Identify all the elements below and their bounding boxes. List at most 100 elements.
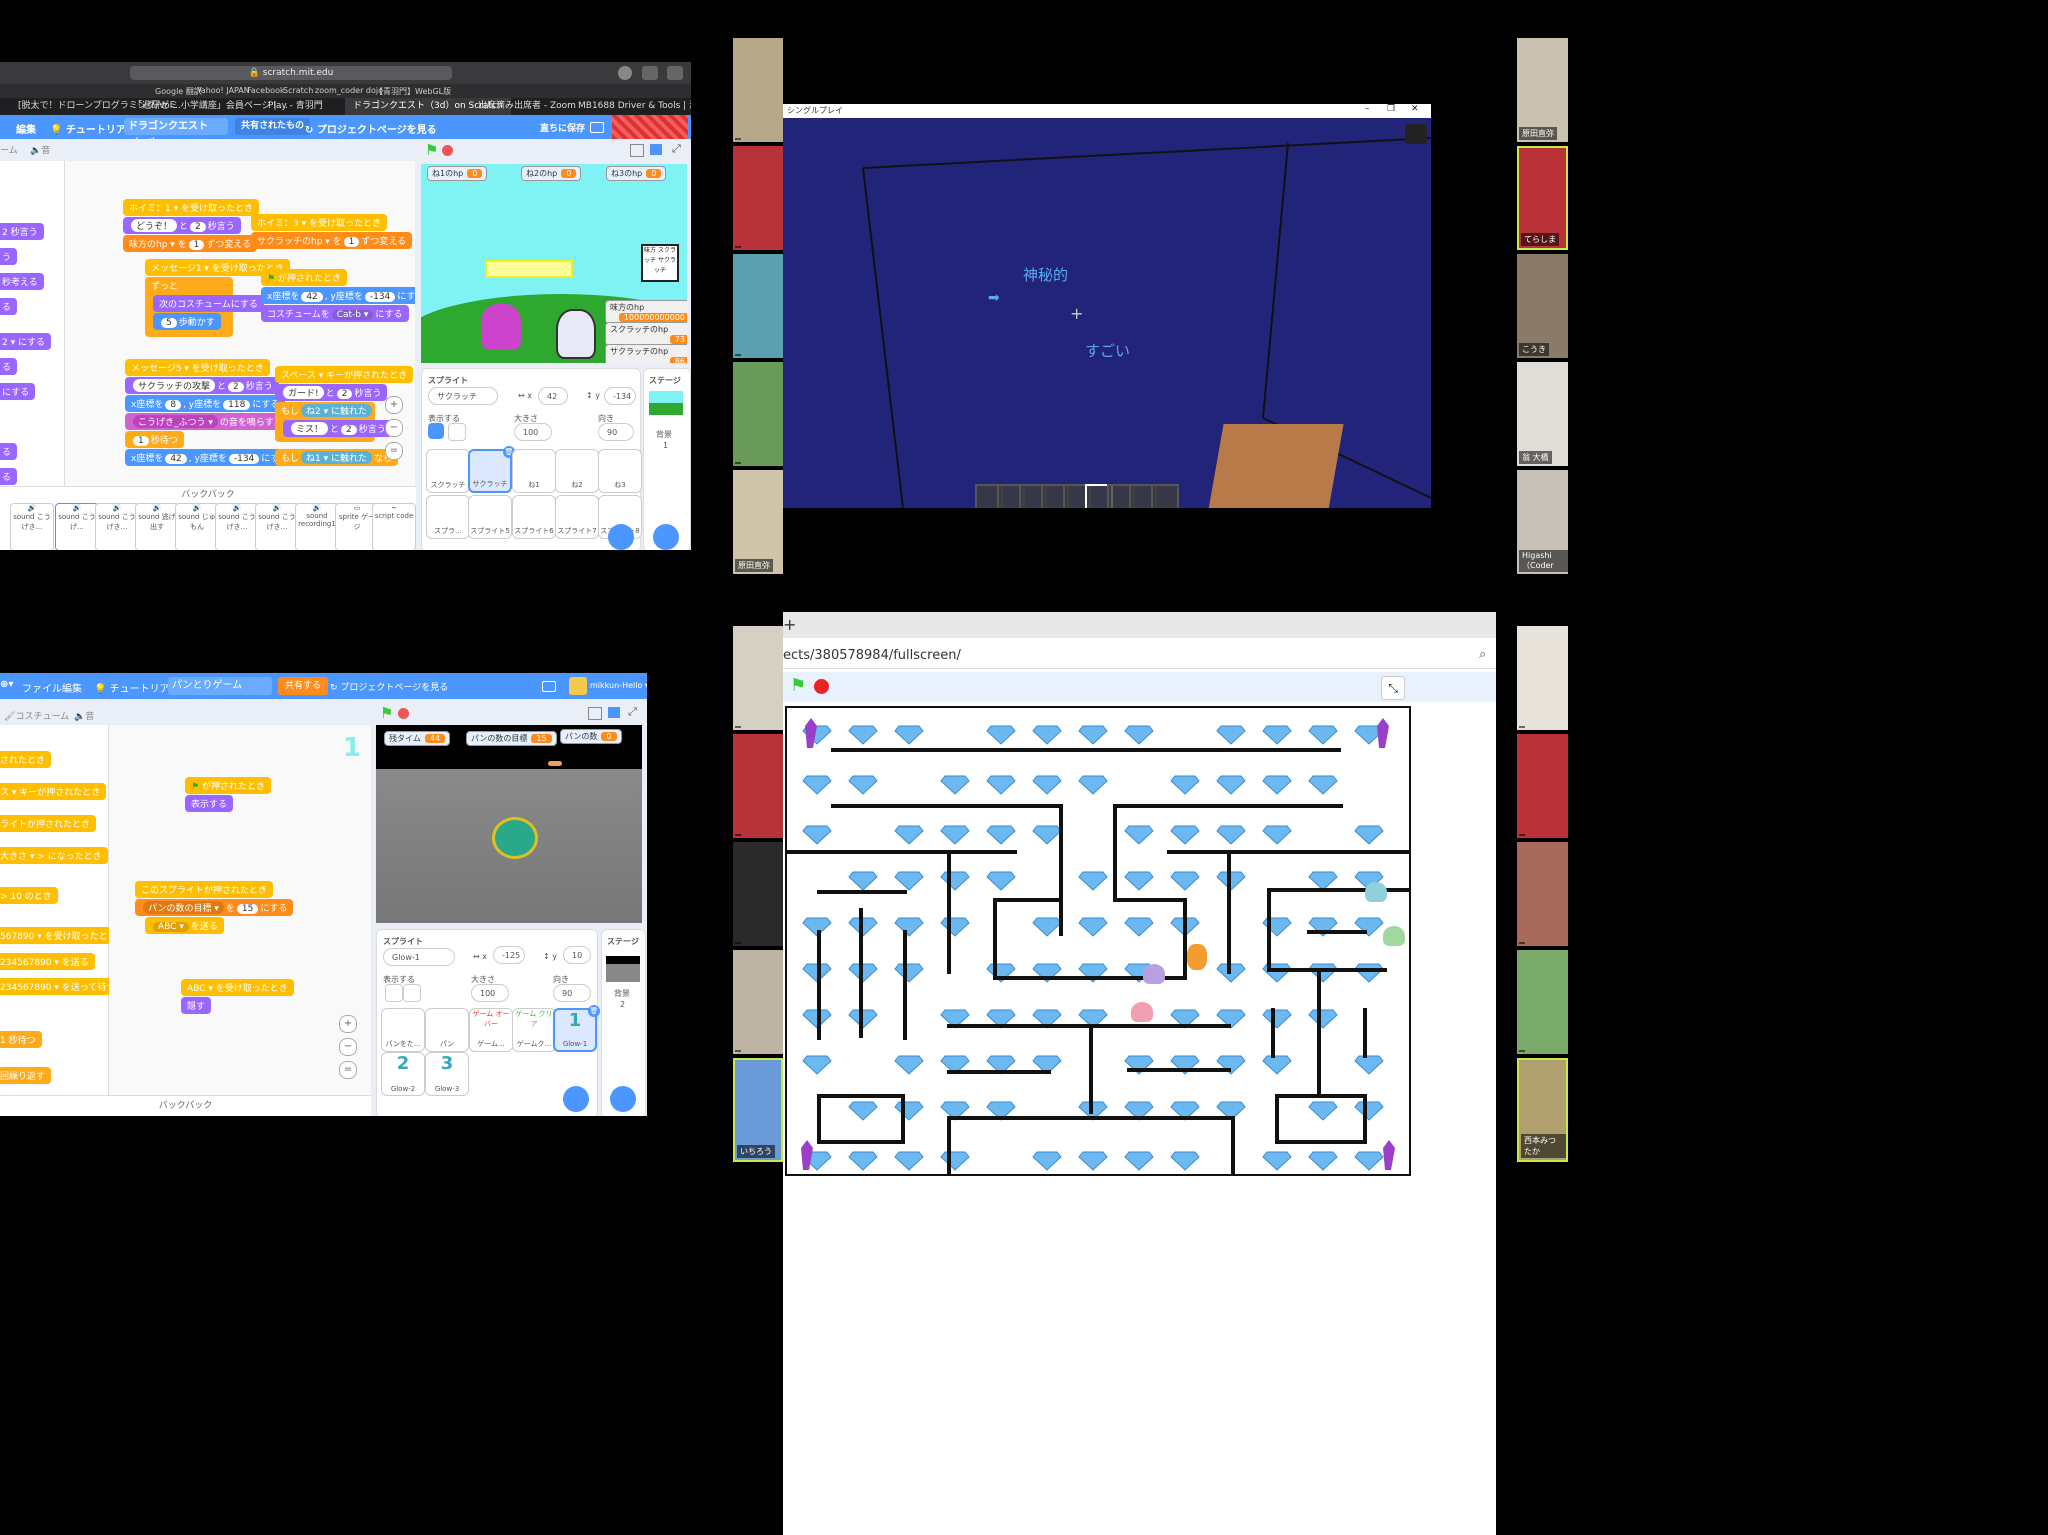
sprite-thumb[interactable]: ね3 [598, 449, 642, 493]
wait-block[interactable]: 1 秒待つ [125, 431, 184, 448]
green-flag-icon[interactable]: ⚑ [380, 704, 393, 722]
participant-video[interactable]: 原田直弥 [733, 470, 783, 574]
large-stage-icon[interactable] [650, 144, 662, 155]
backpack-item[interactable]: 🔊 sound こうげき... [10, 503, 54, 550]
url-bar[interactable]: 🔒 scratch.mit.edu [130, 66, 452, 80]
hide-block[interactable]: 隠す [181, 997, 212, 1014]
sprite-thumb[interactable]: パン [425, 1008, 469, 1052]
show-eye-icon[interactable] [385, 984, 403, 1002]
participant-video[interactable]: Higashi（Coder [1517, 470, 1568, 574]
palette-block[interactable]: ライトが押されたとき [0, 815, 97, 832]
zoom-out-icon[interactable]: − [339, 1038, 357, 1056]
y-input[interactable]: -134 [604, 387, 636, 405]
bookmark[interactable]: 【青羽門】WebGL版 [375, 86, 451, 97]
backpack[interactable]: バックパック [0, 1095, 371, 1116]
sprite-thumb[interactable]: スプラ... [426, 495, 470, 539]
zoom-reset-icon[interactable]: = [385, 442, 403, 460]
bookmark[interactable]: Facebook [247, 86, 285, 95]
sprite-thumb[interactable]: スプライト6 [512, 495, 556, 539]
show-eye-icon[interactable] [428, 423, 444, 439]
script-area[interactable]: 1 ⚑ が押されたとき 表示する このスプライトが押されたとき パンの数の目標 … [109, 725, 371, 1095]
palette-block[interactable]: る [0, 468, 18, 485]
say-block[interactable]: サクラッチの攻撃と 2 秒言う [125, 377, 279, 394]
tab-costumes[interactable]: 🖌コスチューム [4, 709, 69, 722]
participant-video-active[interactable]: いちろう [733, 1058, 783, 1162]
backpack-item[interactable]: 🔊 sound こうげ... [55, 503, 99, 550]
palette-block[interactable]: る [0, 443, 18, 460]
palette-block[interactable]: る [0, 298, 18, 315]
green-flag-hat-block[interactable]: ⚑ が押されたとき [185, 777, 271, 794]
folder-icon[interactable] [542, 681, 556, 692]
participant-video[interactable] [733, 254, 783, 358]
stage-thumb[interactable] [649, 391, 683, 415]
when-receive-block[interactable]: メッセージ5 ▾ を受け取ったとき [125, 359, 270, 376]
participant-video-active[interactable]: 西本みつたか [1517, 1058, 1568, 1162]
small-stage-icon[interactable] [630, 144, 644, 157]
user-avatar[interactable] [612, 115, 688, 139]
participant-video[interactable] [1517, 734, 1568, 838]
participant-video[interactable] [733, 950, 783, 1054]
hide-eye-icon[interactable] [448, 423, 466, 441]
participant-video[interactable]: 翁 大橋 [1517, 362, 1568, 466]
maximize-icon[interactable]: ❐ [1387, 104, 1395, 114]
add-backdrop-icon[interactable] [653, 524, 679, 550]
participant-video[interactable] [733, 362, 783, 466]
size-input[interactable]: 100 [471, 984, 509, 1002]
when-receive-block[interactable]: ABC ▾ を受け取ったとき [181, 979, 294, 996]
tab-costumes[interactable]: ーム [0, 143, 18, 156]
tab-sounds[interactable]: 🔈音 [30, 143, 50, 156]
participant-video[interactable] [733, 38, 783, 142]
palette-block[interactable]: 大きさ ▾ > になったとき [0, 847, 108, 864]
goto-xy-block[interactable]: x座標を 8, y座標を 118 にする [125, 395, 286, 412]
palette-block[interactable]: る [0, 358, 18, 375]
when-receive-block[interactable]: ホイミ：3 ▾ を受け取ったとき [251, 214, 387, 231]
change-var-block[interactable]: サクラッチのhp ▾ を 1 ずつ変える [251, 232, 413, 249]
new-tab-icon[interactable]: + [783, 615, 796, 634]
goto-xy-block[interactable]: x座標を42, y座標を-134にする [261, 287, 415, 304]
palette-block[interactable]: 秒考える [0, 273, 44, 290]
sprite-thumb[interactable]: ね1 [512, 449, 556, 493]
shared-button[interactable]: 共有されたもの [235, 118, 311, 135]
participant-video[interactable]: こうき [1517, 254, 1568, 358]
palette-block[interactable]: 回繰り返す [0, 1067, 52, 1084]
fullscreen-icon[interactable]: ⤢ [672, 142, 681, 156]
green-flag-icon[interactable]: ⚑ [790, 675, 806, 696]
menu-tutorial[interactable]: 💡 チュートリアル [50, 121, 136, 136]
share-icon[interactable] [642, 66, 658, 80]
move-block[interactable]: 5 歩動かす [153, 313, 221, 330]
script-area[interactable]: ホイミ：1 ▾ を受け取ったとき どうぞ！と 2 秒言う 味方のhp ▾ を 1 ずつ変… [65, 161, 415, 486]
add-sprite-icon[interactable] [563, 1086, 589, 1112]
project-page-button[interactable]: ↻ プロジェクトページを見る [330, 680, 448, 693]
zoom-out-icon[interactable]: − [385, 419, 403, 437]
participant-video[interactable] [733, 626, 783, 730]
sprite-thumb[interactable]: パンをた... [381, 1008, 425, 1052]
stage-thumb[interactable] [606, 956, 640, 982]
menu-file[interactable]: ファイル [22, 680, 62, 695]
palette-block[interactable]: 1 秒待つ [0, 1031, 42, 1048]
browser-tab[interactable]: MB1688 Driver & Tools | 液晶デ... [570, 98, 691, 115]
project-page-button[interactable]: ↻ プロジェクトページを見る [305, 121, 437, 136]
backpack-item[interactable]: 🔊 sound こうげき... [95, 503, 139, 550]
bookmark[interactable]: zoom_coder dojo [315, 86, 383, 95]
search-icon[interactable]: ⌕ [1479, 647, 1486, 662]
next-costume-block[interactable]: 次のコスチュームにする [153, 295, 264, 312]
when-receive-block[interactable]: ホイミ：1 ▾ を受け取ったとき [123, 199, 259, 216]
user-avatar[interactable] [569, 677, 587, 695]
backpack-item[interactable]: 🔊 sound 逃げ出す [135, 503, 179, 550]
download-icon[interactable] [618, 66, 632, 80]
fullscreen-icon[interactable]: ⤢ [628, 705, 637, 719]
say-block[interactable]: ガード! と 2 秒言う [275, 384, 388, 401]
sprite-thumb[interactable]: 2 Glow-2 [381, 1052, 425, 1096]
sprite-thumb[interactable]: 3 Glow-3 [425, 1052, 469, 1096]
backpack-item[interactable]: 🔊 sound こうげき... [215, 503, 259, 550]
zoom-in-icon[interactable]: + [339, 1015, 357, 1033]
palette-block[interactable]: 2 秒言う [0, 223, 44, 240]
backpack-title[interactable]: バックパック [0, 487, 416, 500]
delete-icon[interactable]: 🗑 [588, 1005, 600, 1017]
play-sound-block[interactable]: こうげき_ふつう ▾ の音を鳴らす [125, 413, 280, 430]
add-sprite-icon[interactable] [608, 524, 634, 550]
direction-input[interactable]: 90 [553, 984, 591, 1002]
size-input[interactable]: 100 [514, 423, 552, 441]
stop-icon[interactable] [442, 145, 453, 156]
small-stage-icon[interactable] [588, 707, 602, 720]
